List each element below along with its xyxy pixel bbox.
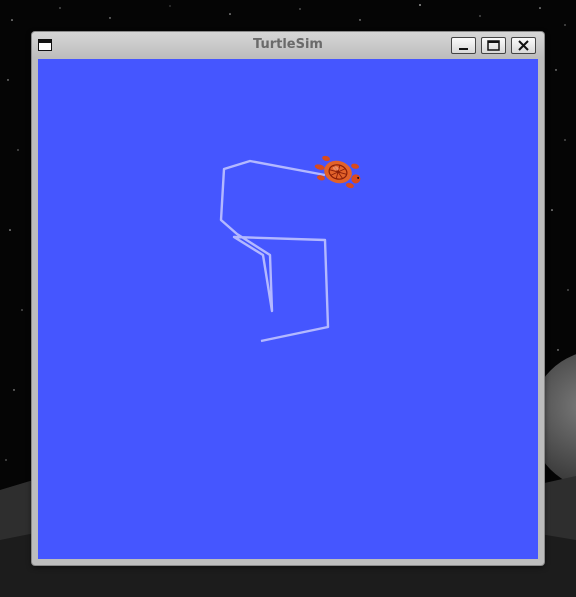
close-icon: [518, 40, 529, 51]
maximize-button[interactable]: [481, 37, 506, 54]
pen-trail: [219, 159, 330, 343]
title-bar[interactable]: TurtleSim: [32, 32, 544, 58]
canvas-drawing: [219, 155, 361, 343]
turtle-sprite: [314, 155, 361, 189]
close-button[interactable]: [511, 37, 536, 54]
minimize-icon: [459, 48, 468, 50]
turtle-canvas[interactable]: [38, 59, 538, 559]
desktop-background: TurtleSim: [0, 0, 576, 597]
turtlesim-window: TurtleSim: [32, 32, 544, 565]
minimize-button[interactable]: [451, 37, 476, 54]
maximize-icon: [487, 40, 500, 51]
